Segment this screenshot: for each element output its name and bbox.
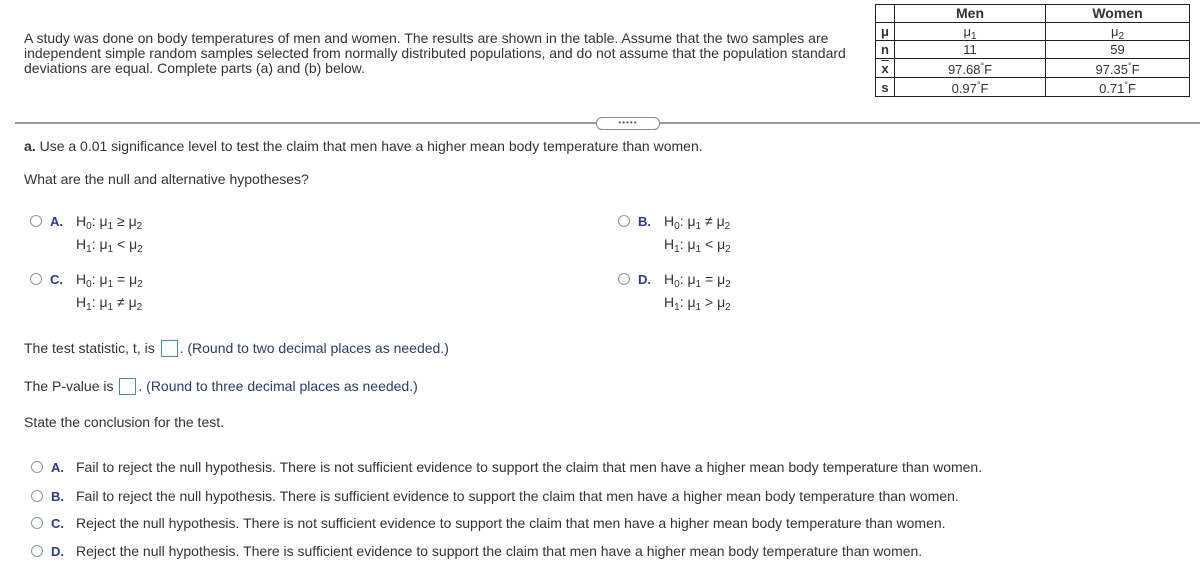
sample-data-table: Men Women μ μ1 μ2 n 11 59 x 97.68°F 97.3… (875, 4, 1190, 97)
expand-toggle-button[interactable]: ••••• (596, 117, 660, 130)
header-men: Men (894, 4, 1046, 23)
cell-women-s: 0.71°F (1045, 77, 1190, 97)
conclusion-prompt: State the conclusion for the test. (24, 414, 225, 430)
hypothesis-option-a[interactable]: A. H0: μ1 ≥ μ2 H1: μ1 < μ2 (30, 213, 143, 256)
hypothesis-option-b[interactable]: B. H0: μ1 ≠ μ2 H1: μ1 < μ2 (618, 213, 731, 256)
conclusion-option-c[interactable]: C. Reject the null hypothesis. There is … (31, 515, 946, 531)
p-value-hint: . (Round to three decimal places as need… (138, 378, 418, 394)
table-header-row: Men Women (875, 4, 1190, 23)
problem-intro: A study was done on body temperatures of… (24, 30, 846, 76)
hypothesis-option-d[interactable]: D. H0: μ1 = μ2 H1: μ1 > μ2 (618, 271, 731, 314)
radio-button[interactable] (618, 273, 630, 285)
hypothesis-text: H0: μ1 = μ2 H1: μ1 ≠ μ2 (76, 271, 143, 313)
cell-women-xbar: 97.35°F (1045, 58, 1190, 78)
hypothesis-text: H0: μ1 ≥ μ2 H1: μ1 < μ2 (76, 213, 143, 255)
hypotheses-question: What are the null and alternative hypoth… (24, 171, 309, 187)
cell-men-mu: μ1 (894, 22, 1046, 42)
option-text: Reject the null hypothesis. There is suf… (76, 543, 923, 559)
option-letter: C. (50, 272, 63, 287)
cell-men-n: 11 (894, 40, 1046, 59)
radio-button[interactable] (31, 517, 43, 529)
cell-men-xbar: 97.68°F (894, 58, 1046, 78)
cell-women-n: 59 (1045, 40, 1190, 59)
part-a-label: a. (24, 138, 36, 154)
table-row-s: s 0.97°F 0.71°F (875, 77, 1190, 97)
option-letter: B. (638, 214, 651, 229)
radio-button[interactable] (31, 461, 43, 473)
radio-button[interactable] (30, 215, 42, 227)
option-letter: D. (51, 543, 64, 559)
option-letter: A. (51, 459, 64, 475)
table-row-xbar: x 97.68°F 97.35°F (875, 58, 1190, 78)
radio-button[interactable] (618, 215, 630, 227)
row-label-s: s (875, 77, 895, 97)
option-letter: B. (51, 488, 64, 504)
test-statistic-input[interactable] (160, 340, 178, 357)
conclusion-option-d[interactable]: D. Reject the null hypothesis. There is … (31, 543, 922, 559)
table-corner (875, 4, 895, 23)
option-text: Fail to reject the null hypothesis. Ther… (76, 459, 983, 475)
row-label-xbar: x (875, 58, 895, 78)
p-value-row: The P-value is . (Round to three decimal… (24, 378, 418, 395)
row-label-mu: μ (875, 22, 895, 41)
option-letter: C. (51, 515, 64, 531)
test-statistic-hint: . (Round to two decimal places as needed… (179, 340, 449, 356)
cell-men-s: 0.97°F (894, 77, 1046, 97)
hypothesis-text: H0: μ1 ≠ μ2 H1: μ1 < μ2 (664, 213, 731, 255)
header-women: Women (1045, 4, 1190, 23)
part-a-prompt: a. Use a 0.01 significance level to test… (24, 138, 703, 154)
option-text: Fail to reject the null hypothesis. Ther… (76, 488, 959, 504)
radio-button[interactable] (31, 490, 43, 502)
part-a-text: Use a 0.01 significance level to test th… (39, 138, 703, 154)
radio-button[interactable] (30, 273, 42, 285)
hypothesis-text: H0: μ1 = μ2 H1: μ1 > μ2 (664, 271, 731, 313)
radio-button[interactable] (31, 545, 43, 557)
option-letter: A. (50, 214, 63, 229)
conclusion-option-a[interactable]: A. Fail to reject the null hypothesis. T… (31, 459, 982, 475)
option-text: Reject the null hypothesis. There is not… (76, 515, 946, 531)
table-row-mu: μ μ1 μ2 (875, 22, 1190, 42)
p-value-input[interactable] (119, 378, 137, 395)
test-statistic-row: The test statistic, t, is . (Round to tw… (24, 340, 449, 357)
table-row-n: n 11 59 (875, 40, 1190, 59)
conclusion-option-b[interactable]: B. Fail to reject the null hypothesis. T… (31, 488, 959, 504)
cell-women-mu: μ2 (1045, 22, 1190, 42)
hypothesis-option-c[interactable]: C. H0: μ1 = μ2 H1: μ1 ≠ μ2 (30, 271, 143, 314)
row-label-n: n (875, 40, 895, 59)
option-letter: D. (638, 272, 651, 287)
